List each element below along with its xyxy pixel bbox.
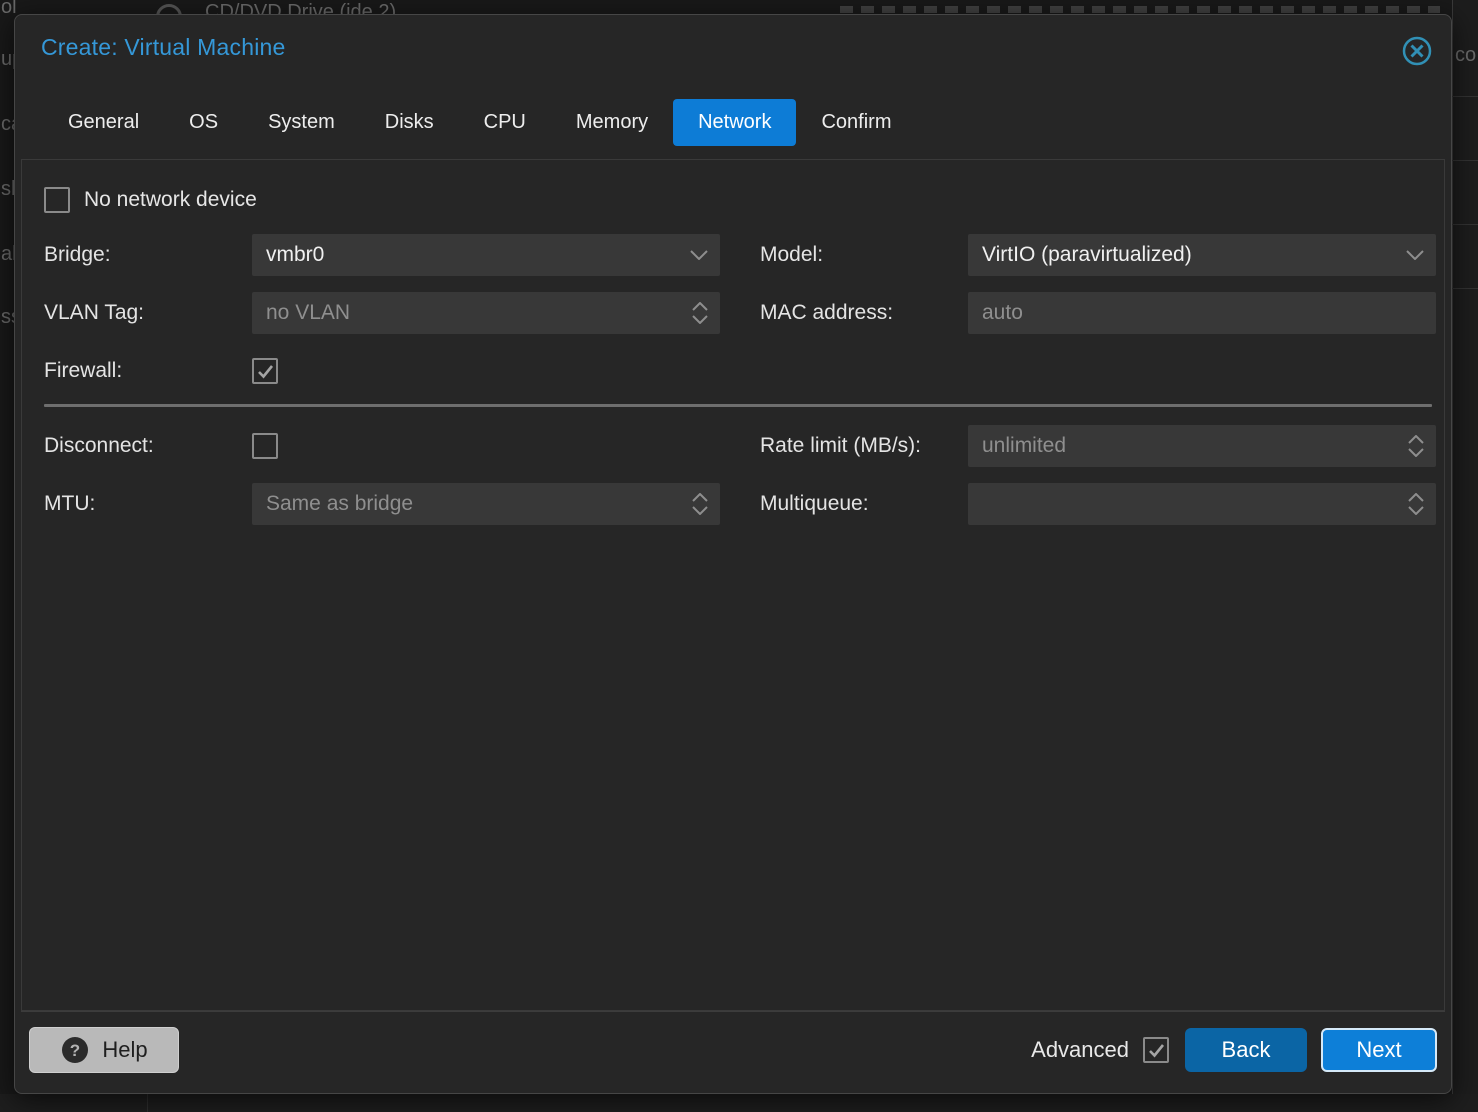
no-network-device-checkbox[interactable] <box>44 187 70 213</box>
spinner-icon[interactable] <box>692 292 708 334</box>
firewall-checkbox[interactable] <box>252 358 278 384</box>
multiqueue-spinner[interactable] <box>968 483 1436 525</box>
advanced-section-divider <box>44 404 1432 407</box>
close-icon[interactable] <box>1401 35 1433 67</box>
multiqueue-label: Multiqueue: <box>760 492 968 516</box>
mac-address-input[interactable]: auto <box>968 292 1436 334</box>
spinner-icon[interactable] <box>1408 425 1424 467</box>
tab-general[interactable]: General <box>43 99 164 146</box>
mac-address-label: MAC address: <box>760 301 968 325</box>
model-combobox[interactable]: VirtIO (paravirtualized) <box>968 234 1436 276</box>
tab-disks[interactable]: Disks <box>360 99 459 146</box>
svg-text:?: ? <box>70 1041 80 1060</box>
tab-os[interactable]: OS <box>164 99 243 146</box>
bridge-label: Bridge: <box>44 243 252 267</box>
dialog-title: Create: Virtual Machine <box>41 34 286 61</box>
backdrop-column-fragment: co <box>1455 44 1476 67</box>
no-network-device-label: No network device <box>84 188 257 212</box>
backdrop-faded-text <box>840 6 1440 13</box>
tab-system[interactable]: System <box>243 99 360 146</box>
tab-cpu[interactable]: CPU <box>459 99 551 146</box>
spinner-icon[interactable] <box>692 483 708 525</box>
tab-memory[interactable]: Memory <box>551 99 673 146</box>
help-button[interactable]: ? Help <box>29 1027 179 1073</box>
advanced-label: Advanced <box>1031 1037 1129 1063</box>
bridge-value: vmbr0 <box>266 243 324 267</box>
backdrop-bottom <box>0 1094 1478 1112</box>
vlan-tag-spinner[interactable]: no VLAN <box>252 292 720 334</box>
model-value: VirtIO (paravirtualized) <box>982 243 1192 267</box>
rate-limit-label: Rate limit (MB/s): <box>760 434 968 458</box>
wizard-tabbar: General OS System Disks CPU Memory Netwo… <box>43 99 916 146</box>
mac-address-placeholder: auto <box>982 301 1023 325</box>
firewall-label: Firewall: <box>44 359 252 383</box>
backdrop-divider <box>147 1094 148 1112</box>
bridge-combobox[interactable]: vmbr0 <box>252 234 720 276</box>
mtu-placeholder: Same as bridge <box>266 492 413 516</box>
rate-limit-spinner[interactable]: unlimited <box>968 425 1436 467</box>
create-vm-dialog: Create: Virtual Machine General OS Syste… <box>14 14 1452 1094</box>
disconnect-label: Disconnect: <box>44 434 252 458</box>
tab-network[interactable]: Network <box>673 99 796 146</box>
chevron-down-icon[interactable] <box>690 234 708 276</box>
question-icon: ? <box>60 1035 90 1065</box>
spinner-icon[interactable] <box>1408 483 1424 525</box>
rate-limit-placeholder: unlimited <box>982 434 1066 458</box>
mtu-label: MTU: <box>44 492 252 516</box>
dialog-footer: ? Help Advanced Back Next <box>21 1011 1445 1087</box>
help-button-label: Help <box>102 1037 147 1063</box>
vlan-tag-placeholder: no VLAN <box>266 301 350 325</box>
tab-confirm[interactable]: Confirm <box>796 99 916 146</box>
backdrop-table-edge: co <box>1452 0 1478 1094</box>
disconnect-checkbox[interactable] <box>252 433 278 459</box>
back-button[interactable]: Back <box>1185 1028 1307 1072</box>
network-form-panel: No network device Bridge: vmbr0 Model: V… <box>21 159 1445 1011</box>
advanced-checkbox[interactable] <box>1143 1037 1169 1063</box>
next-button[interactable]: Next <box>1321 1028 1437 1072</box>
vlan-tag-label: VLAN Tag: <box>44 301 252 325</box>
model-label: Model: <box>760 243 968 267</box>
backdrop-sidebar-fragment: ol <box>1 0 17 19</box>
chevron-down-icon[interactable] <box>1406 234 1424 276</box>
mtu-spinner[interactable]: Same as bridge <box>252 483 720 525</box>
